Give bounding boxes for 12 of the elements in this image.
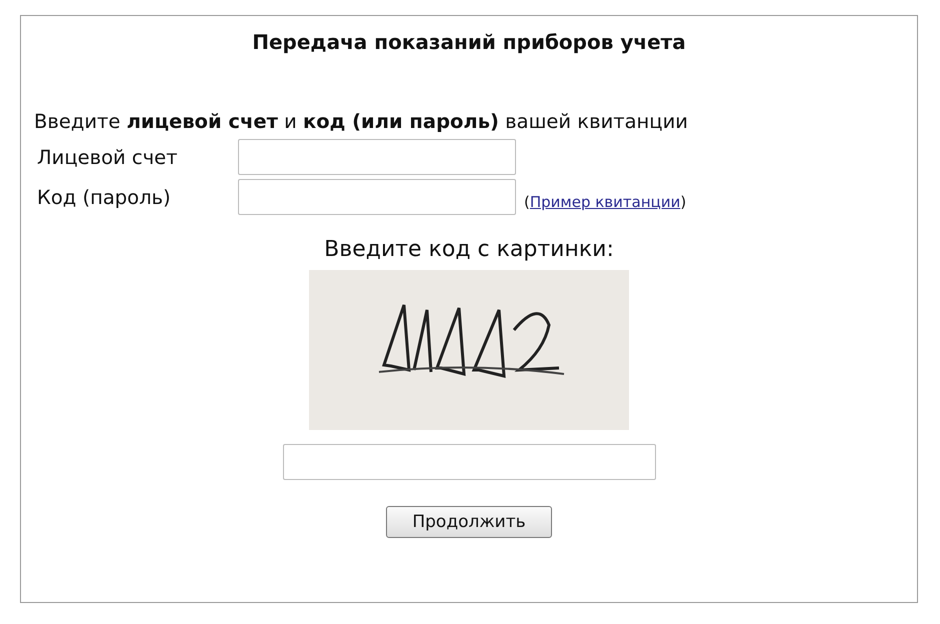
parenthesis: ) — [680, 193, 686, 211]
captcha-label: Введите код с картинки: — [324, 237, 614, 262]
field-label: Код (пароль) — [37, 186, 172, 208]
parenthesis: ( — [524, 193, 530, 211]
field-label: Лицевой счет — [37, 146, 178, 168]
input-field[interactable] — [238, 179, 516, 215]
captcha-input[interactable] — [282, 444, 656, 480]
input-field[interactable] — [238, 139, 516, 175]
instruction-text: Введите лицевой счет и код (или пароль) вашей квитанции — [34, 110, 688, 133]
page-title: Передача показаний приборов учета — [252, 30, 686, 54]
example-link[interactable]: Пример квитанции — [530, 193, 680, 211]
continue-button[interactable]: Продолжить — [386, 506, 552, 538]
